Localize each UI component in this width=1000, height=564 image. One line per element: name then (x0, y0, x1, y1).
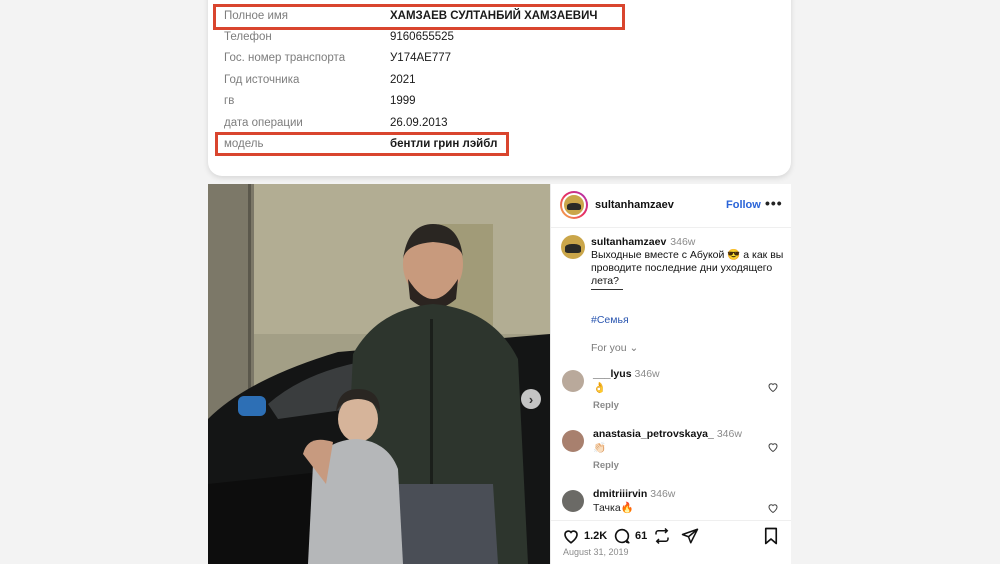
follow-button[interactable]: Follow (726, 199, 761, 211)
row-label: дата операции (224, 117, 303, 129)
comment-text: Тачка🔥 (593, 502, 634, 514)
heart-icon[interactable] (767, 381, 779, 393)
chevron-down-icon: ⌄ (629, 342, 639, 354)
row-label: Гос. номер транспорта (224, 52, 346, 64)
comment-item: ___lyus 346w 👌 Reply (551, 368, 791, 424)
heart-icon[interactable] (767, 502, 779, 514)
comment-username[interactable]: anastasia_petrovskaya_ (593, 428, 714, 440)
comment-user: ___lyus 346w (593, 368, 660, 380)
model-highlight (215, 132, 509, 156)
next-photo-button[interactable]: › (521, 389, 541, 409)
bookmark-icon[interactable] (763, 527, 779, 545)
row-value: У174АЕ777 (390, 52, 452, 64)
record-row-gv: гв 1999 (208, 90, 791, 112)
post-photo[interactable]: › (208, 184, 550, 564)
heart-icon[interactable] (767, 441, 779, 453)
comment-bubble-icon[interactable] (613, 527, 631, 545)
comment-user: anastasia_petrovskaya_ 346w (593, 428, 742, 440)
row-value: 2021 (390, 74, 416, 86)
post-header: sultanhamzaev Follow ••• (551, 184, 791, 228)
like-heart-icon[interactable] (562, 527, 580, 545)
caption-text: Выходные вместе с Абукой 😎 а как вы пров… (591, 249, 784, 287)
for-you-label: For you (591, 342, 627, 354)
avatar[interactable] (562, 490, 584, 512)
comment-age: 346w (634, 368, 660, 380)
for-you-toggle[interactable]: For you ⌄ (591, 342, 638, 354)
reply-button[interactable]: Reply (593, 460, 619, 471)
comment-item: anastasia_petrovskaya_ 346w 👏🏻 Reply (551, 428, 791, 484)
avatar[interactable] (562, 370, 584, 392)
row-value: 26.09.2013 (390, 117, 448, 129)
comment-age: 346w (716, 428, 742, 440)
instagram-post: › sultanhamzaev Follow ••• sultanhamzaev… (208, 184, 791, 564)
caption-avatar[interactable] (561, 235, 585, 259)
comment-username[interactable]: ___lyus (593, 368, 632, 380)
likes-count[interactable]: 1.2K (584, 530, 607, 542)
chevron-right-icon: › (528, 391, 534, 407)
row-label: Год источника (224, 74, 300, 86)
action-bar: 1.2K 61 (551, 520, 791, 550)
row-label: гв (224, 95, 235, 107)
repost-icon[interactable] (653, 527, 671, 545)
record-row-operation-date: дата операции 26.09.2013 (208, 112, 791, 134)
comment-text: 👏🏻 (593, 442, 607, 454)
row-value: 1999 (390, 95, 416, 107)
comments-count[interactable]: 61 (635, 530, 647, 542)
caption-hashtag[interactable]: #Семья (591, 314, 629, 326)
post-sidebar: sultanhamzaev Follow ••• sultanhamzaev 34… (550, 184, 791, 564)
profile-avatar-ring[interactable] (560, 191, 588, 219)
share-paper-plane-icon[interactable] (681, 527, 699, 545)
record-row-source-year: Год источника 2021 (208, 69, 791, 91)
comment-age: 346w (650, 488, 676, 500)
caption-age: 346w (670, 236, 696, 248)
record-row-plate: Гос. номер транспорта У174АЕ777 (208, 47, 791, 69)
comment-user: dmitriiirvin 346w (593, 488, 675, 500)
post-caption: sultanhamzaev 346w Выходные вместе с Абук… (591, 236, 787, 288)
comment-text: 👌 (593, 382, 607, 394)
caption-username[interactable]: sultanhamzaev (591, 236, 666, 248)
photo-illustration (208, 184, 550, 564)
header-username[interactable]: sultanhamzaev (595, 199, 674, 211)
reply-button[interactable]: Reply (593, 400, 619, 411)
avatar[interactable] (562, 430, 584, 452)
caption-separator (591, 289, 623, 290)
more-dots-icon[interactable]: ••• (765, 195, 783, 211)
full-name-highlight (213, 4, 625, 30)
avatar (562, 193, 586, 217)
comment-username[interactable]: dmitriiirvin (593, 488, 647, 500)
